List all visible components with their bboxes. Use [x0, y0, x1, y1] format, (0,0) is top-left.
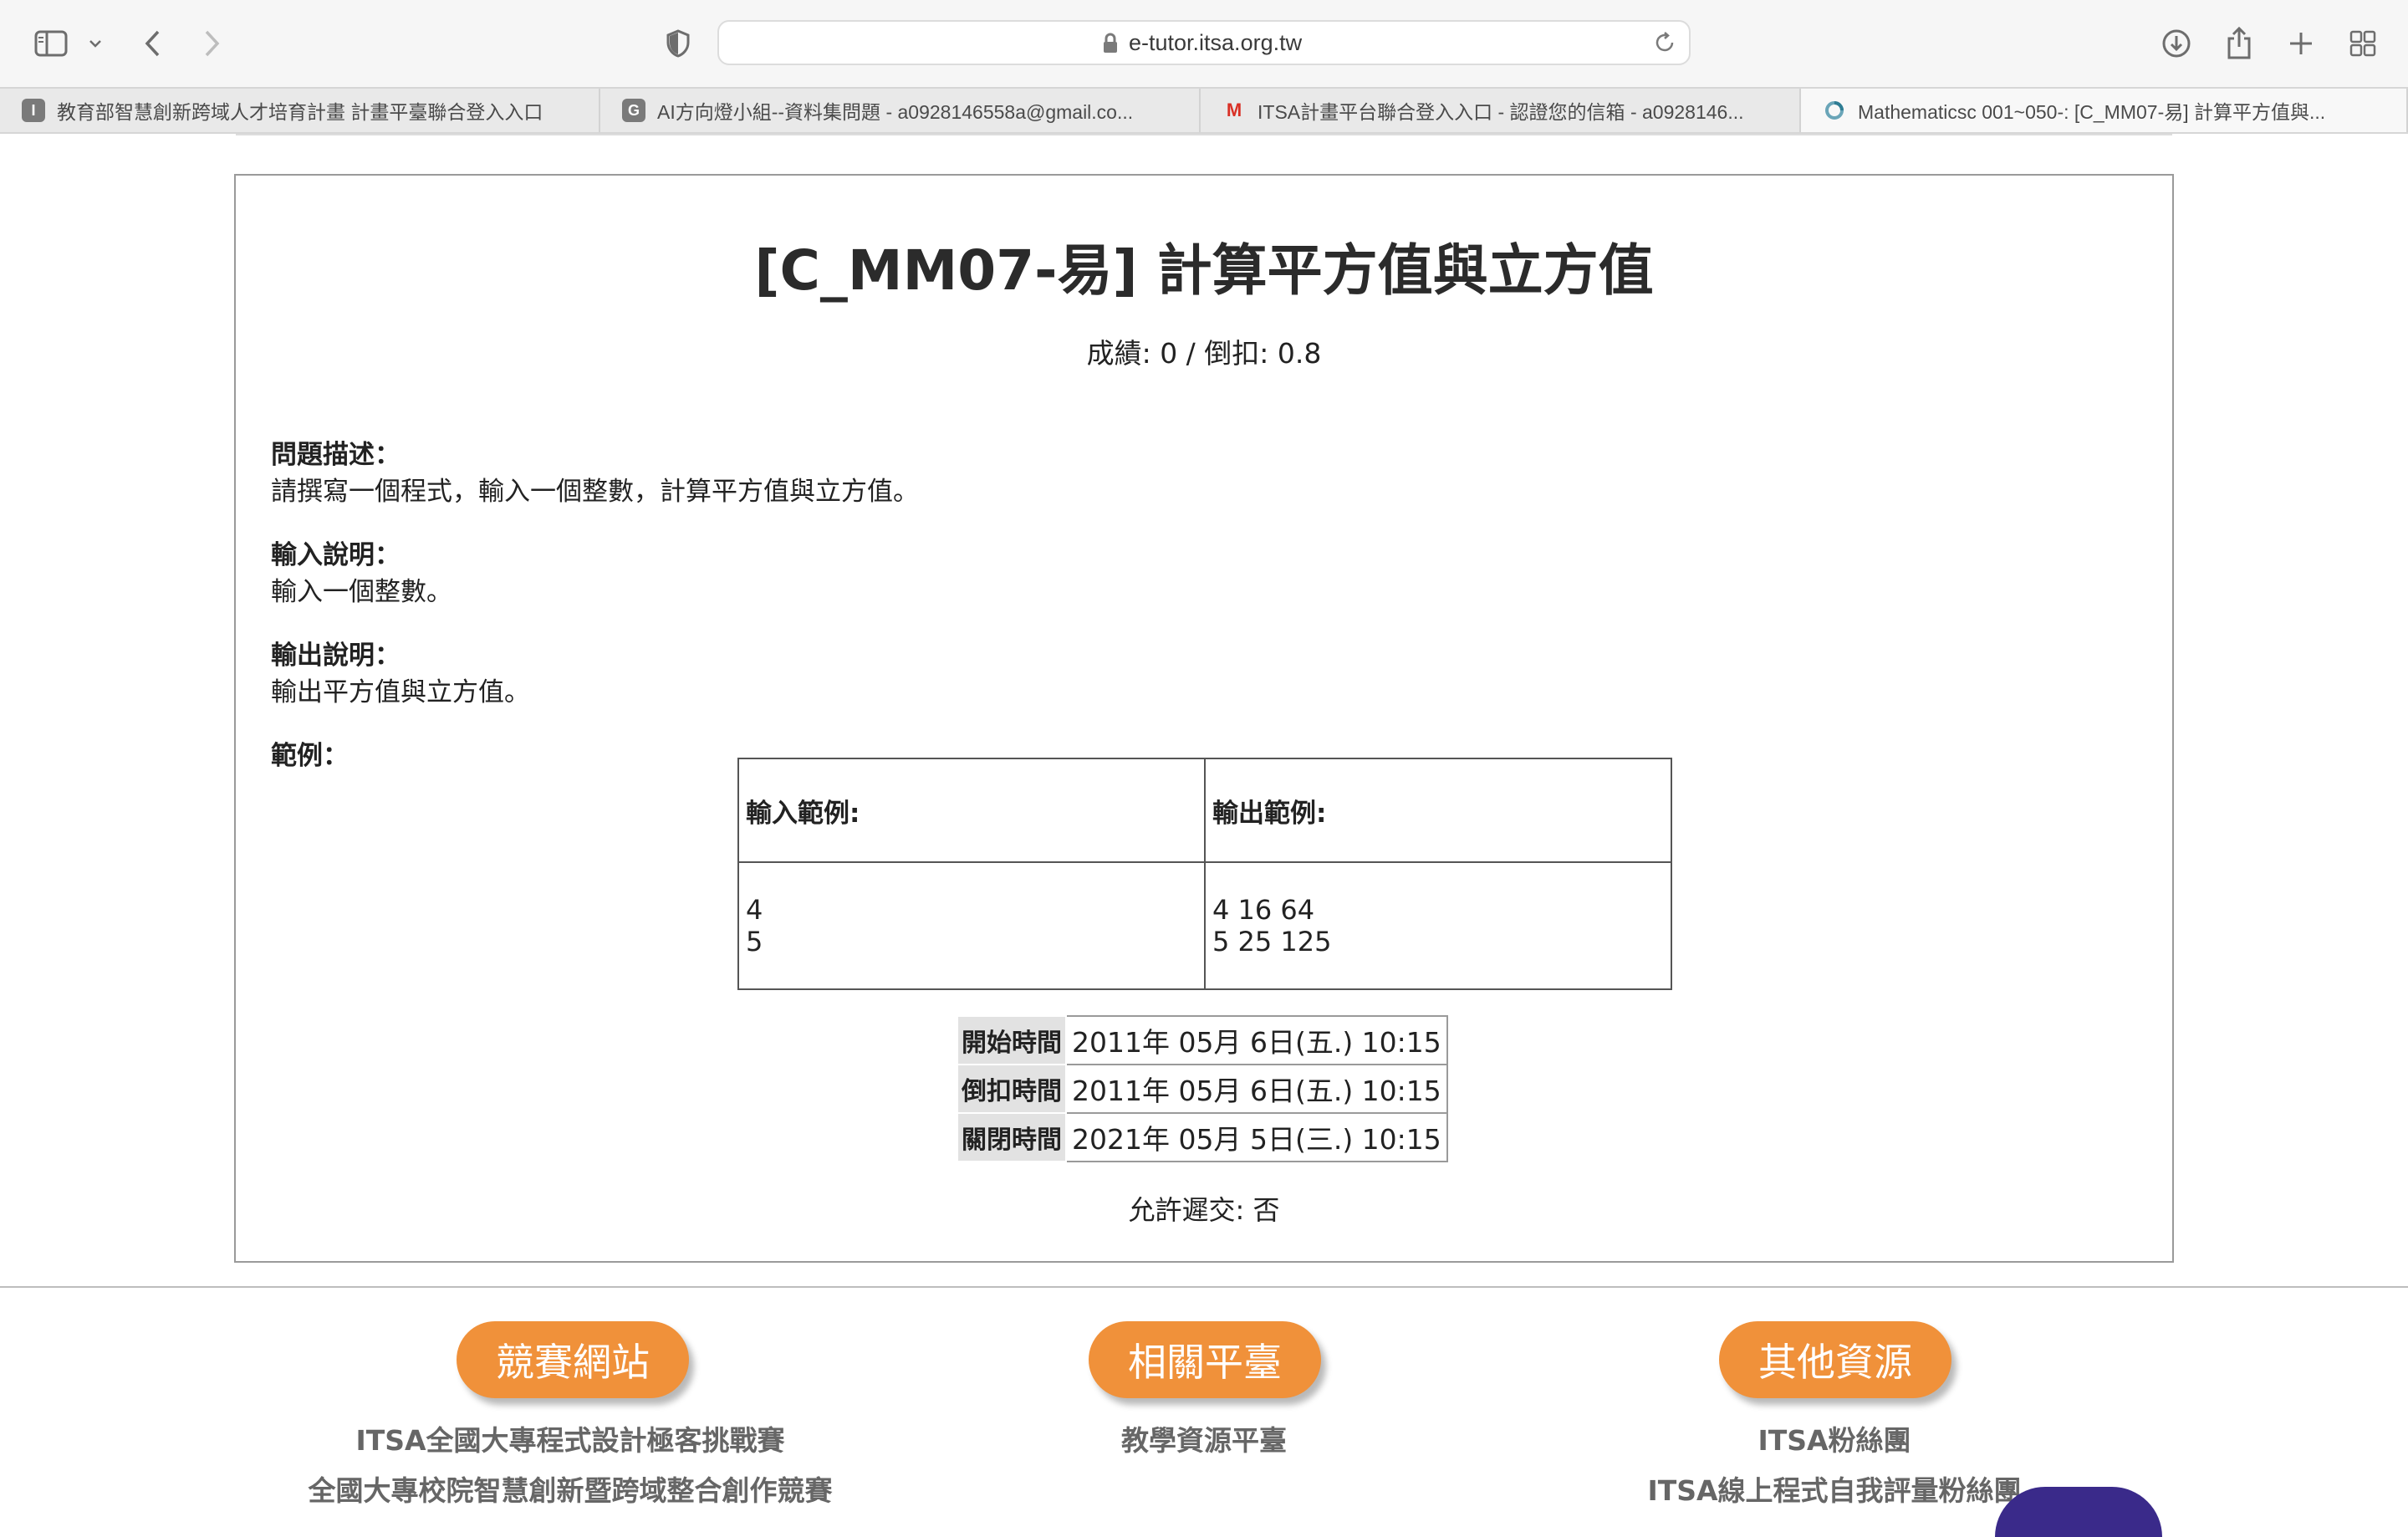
sample-input-value: 4 5: [737, 861, 1206, 990]
table-row: 開始時間 2011年 05月 6日(五.) 10:15: [957, 1015, 1448, 1065]
other-resources-button[interactable]: 其他資源: [1719, 1321, 1951, 1398]
close-time-value: 2021年 05月 5日(三.) 10:15: [1065, 1112, 1448, 1162]
favicon-icon: I: [22, 99, 45, 122]
footer-link-itsa-contest[interactable]: ITSA全國大專程式設計極客挑戰賽: [236, 1418, 905, 1458]
output-text: 輸出平方值與立方值。: [271, 677, 530, 707]
footer-link-itsa-fanpage[interactable]: ITSA粉絲團: [1500, 1418, 2169, 1458]
gmail-icon: M: [1226, 100, 1242, 120]
loading-icon: [1823, 99, 1846, 122]
late-submission-text: 允許遲交: 否: [1128, 1194, 1280, 1226]
penalty-time-value: 2011年 05月 6日(五.) 10:15: [1065, 1064, 1448, 1114]
example-heading: 範例：: [271, 741, 349, 771]
problem-title: [C_MM07-易] 計算平方值與立方值: [754, 238, 1654, 303]
tab-title: AI方向燈小組--資料集問題 - a0928146558a@gmail.co..…: [657, 101, 1134, 123]
tab-bar: I 教育部智慧創新跨域人才培育計畫 計畫平臺聯合登入入口 G AI方向燈小組--…: [0, 87, 2408, 134]
output-heading: 輸出說明：: [271, 641, 400, 671]
back-icon[interactable]: [139, 20, 166, 67]
tab-current-problem[interactable]: Mathematicsc 001~050-: [C_MM07-易] 計算平方值與…: [1801, 89, 2408, 132]
forward-icon[interactable]: [199, 20, 226, 67]
score-text: 成績: 0 / 倒扣: 0.8: [1086, 337, 1322, 370]
footer-divider: [0, 1286, 2408, 1288]
problem-card: [C_MM07-易] 計算平方值與立方值 成績: 0 / 倒扣: 0.8 問題描…: [234, 174, 2174, 1263]
input-text: 輸入一個整數。: [271, 577, 452, 607]
sidebar-icon[interactable]: [32, 20, 70, 67]
close-time-label: 關閉時間: [957, 1112, 1067, 1162]
decorative-mascot: [1995, 1487, 2162, 1537]
tab-title: 教育部智慧創新跨域人才培育計畫 計畫平臺聯合登入入口: [57, 101, 543, 123]
footer-link-innovation-contest[interactable]: 全國大專校院智慧創新暨跨域整合創作競賽: [236, 1468, 905, 1509]
new-tab-icon[interactable]: [2286, 20, 2316, 67]
url-text: e-tutor.itsa.org.tw: [1129, 30, 1303, 55]
tab-itsa-login[interactable]: I 教育部智慧創新跨域人才培育計畫 計畫平臺聯合登入入口: [0, 89, 600, 132]
favicon-icon: G: [622, 99, 645, 122]
download-icon[interactable]: [2161, 20, 2192, 67]
footer-link-teaching-platform[interactable]: 教學資源平臺: [870, 1418, 1538, 1458]
page-content: [C_MM07-易] 計算平方值與立方值 成績: 0 / 倒扣: 0.8 問題描…: [0, 134, 2408, 1537]
related-platform-button[interactable]: 相關平臺: [1089, 1321, 1321, 1398]
table-row: 倒扣時間 2011年 05月 6日(五.) 10:15: [957, 1064, 1448, 1114]
reload-icon[interactable]: [1652, 30, 1677, 59]
divider: [236, 134, 2172, 135]
start-time-label: 開始時間: [957, 1015, 1067, 1065]
tab-overview-icon[interactable]: [2348, 20, 2378, 67]
browser-toolbar: e-tutor.itsa.org.tw: [0, 0, 2408, 87]
penalty-time-label: 倒扣時間: [957, 1064, 1067, 1114]
sample-table: 輸入範例: 輸出範例: 4 5 4 16 64 5 25 125: [737, 758, 1672, 990]
chevron-down-icon[interactable]: [85, 20, 105, 67]
sample-output-value: 4 16 64 5 25 125: [1204, 861, 1672, 990]
tab-title: ITSA計畫平台聯合登入入口 - 認證您的信箱 - a0928146...: [1258, 101, 1744, 123]
share-icon[interactable]: [2224, 20, 2254, 67]
sample-input-label: 輸入範例:: [737, 758, 1206, 863]
time-table: 開始時間 2011年 05月 6日(五.) 10:15 倒扣時間 2011年 0…: [957, 1015, 1448, 1162]
tab-gmail-verify[interactable]: M ITSA計畫平台聯合登入入口 - 認證您的信箱 - a0928146...: [1201, 89, 1801, 132]
sample-output-label: 輸出範例:: [1204, 758, 1672, 863]
tab-gmail-group[interactable]: G AI方向燈小組--資料集問題 - a0928146558a@gmail.co…: [600, 89, 1201, 132]
lock-icon: [1102, 33, 1119, 58]
competition-site-button[interactable]: 競賽網站: [457, 1321, 689, 1398]
description-text: 請撰寫一個程式，輸入一個整數，計算平方值與立方值。: [271, 477, 919, 507]
input-heading: 輸入說明：: [271, 540, 400, 570]
address-bar[interactable]: e-tutor.itsa.org.tw: [717, 20, 1691, 65]
tab-title: Mathematicsc 001~050-: [C_MM07-易] 計算平方值與…: [1858, 101, 2326, 123]
description-heading: 問題描述：: [271, 440, 400, 470]
shield-icon[interactable]: [664, 20, 692, 67]
table-row: 關閉時間 2021年 05月 5日(三.) 10:15: [957, 1112, 1448, 1162]
start-time-value: 2011年 05月 6日(五.) 10:15: [1065, 1015, 1448, 1065]
